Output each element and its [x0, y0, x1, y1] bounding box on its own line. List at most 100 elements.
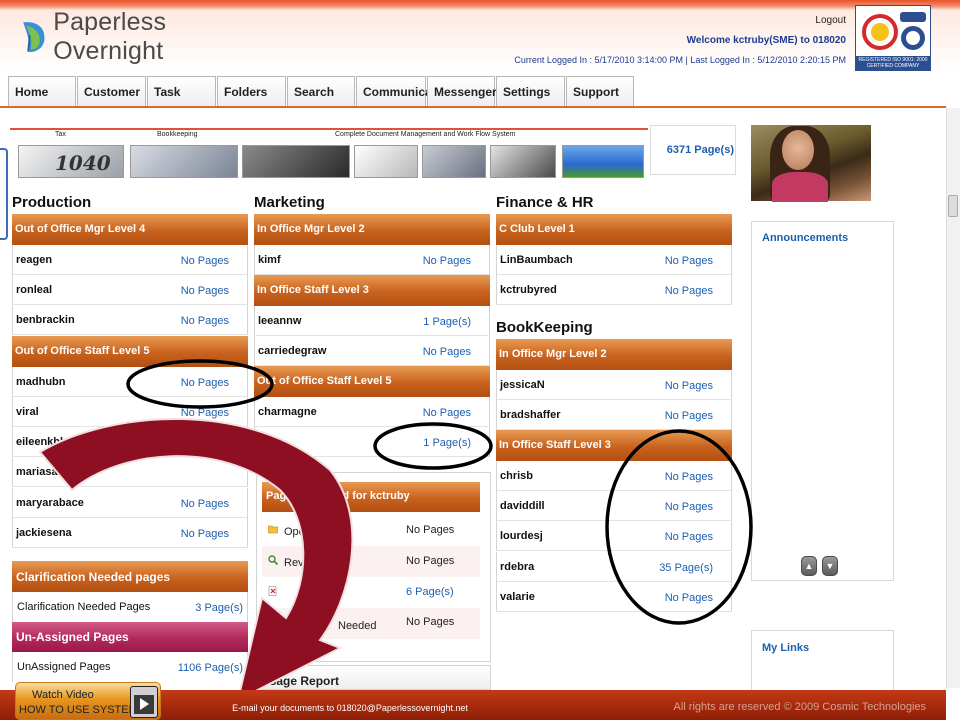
user-row[interactable]: ronleal No Pages	[12, 275, 248, 305]
user-row[interactable]: leeannw 1 Page(s)	[254, 306, 490, 336]
announcements-title[interactable]: Announcements	[762, 232, 848, 244]
user-row[interactable]: lourdesj No Pages	[496, 521, 732, 551]
user-pages-link[interactable]: No Pages	[181, 285, 229, 297]
user-pages-link[interactable]: No Pages	[423, 255, 471, 267]
user-row[interactable]: eileenkhlair	[12, 427, 248, 457]
user-row[interactable]: charmagne No Pages	[254, 397, 490, 427]
user-pages-link[interactable]: No Pages	[665, 410, 713, 422]
user-row[interactable]: bradshaffer No Pages	[496, 400, 732, 430]
clarification-needed-row[interactable]: Clarification Needed Pages 3 Page(s)	[12, 592, 248, 622]
scroll-up-button[interactable]: ▲	[801, 556, 817, 576]
user-pages-link[interactable]: No Pages	[181, 498, 229, 510]
pages-assigned-value[interactable]: No Pages	[406, 524, 454, 536]
unassigned-pages-header: Un-Assigned Pages	[12, 622, 248, 652]
user-row[interactable]: LinBaumbach No Pages	[496, 245, 732, 275]
user-row[interactable]: benbrackin No Pages	[12, 305, 248, 335]
user-pages-link[interactable]: No Pages	[181, 377, 229, 389]
user-name: rdebra	[500, 561, 535, 573]
pages-assigned-value[interactable]: No Pages	[406, 555, 454, 567]
user-row[interactable]: rdebra 35 Page(s)	[496, 552, 732, 582]
pages-assigned-row-closed[interactable]: 6 Page(s)	[262, 577, 480, 608]
nav-customer[interactable]: Customer	[77, 76, 146, 107]
nav-underline	[0, 106, 946, 108]
pages-assigned-value[interactable]: No Pages	[406, 616, 454, 628]
user-pages-link[interactable]: No Pages	[665, 531, 713, 543]
user-row[interactable]: viral No Pages	[12, 397, 248, 427]
user-pages-link[interactable]: No Pages	[665, 285, 713, 297]
user-pages-link[interactable]: No Pages	[423, 407, 471, 419]
user-row[interactable]: valarie No Pages	[496, 582, 732, 612]
logo[interactable]: Paperless Overnight	[20, 8, 240, 65]
how-to-use-label: HOW TO USE SYSTEM	[19, 704, 138, 716]
scroll-down-button[interactable]: ▼	[822, 556, 838, 576]
group-header: In Office Staff Level 3	[496, 430, 732, 461]
pages-assigned-value[interactable]: 6 Page(s)	[406, 586, 454, 598]
nav-folders[interactable]: Folders	[217, 76, 286, 107]
footer-email-text[interactable]: E-mail your documents to 018020@Paperles…	[200, 703, 500, 713]
pages-assigned-row-open[interactable]: Open No Pages	[262, 515, 480, 546]
user-row[interactable]: jackiesena No Pages	[12, 518, 248, 548]
user-pages-link[interactable]: No Pages	[181, 407, 229, 419]
unassigned-pages-label: UnAssigned Pages	[17, 661, 111, 673]
user-pages-link[interactable]: 35 Page(s)	[659, 562, 713, 574]
nav-support[interactable]: Support	[566, 76, 634, 107]
left-side-bracket	[0, 148, 8, 240]
user-pages-link[interactable]: No Pages	[665, 255, 713, 267]
logout-link[interactable]: Logout	[812, 15, 846, 26]
usage-report-header[interactable]: Usage Report	[256, 665, 491, 690]
user-pages-link[interactable]: No Pages	[181, 528, 229, 540]
pages-assigned-label: Revie	[284, 557, 313, 569]
user-name: maryarabace	[16, 497, 84, 509]
my-links-title[interactable]: My Links	[762, 642, 809, 654]
pages-assigned-row-review[interactable]: Revie No Pages	[262, 546, 480, 577]
user-name: jessicaN	[500, 379, 545, 391]
user-pages-link[interactable]: No Pages	[665, 380, 713, 392]
user-row[interactable]: carriedegraw No Pages	[254, 336, 490, 366]
user-pages-link[interactable]: 1 Page(s)	[423, 316, 471, 328]
play-icon	[140, 698, 149, 710]
login-info: Current Logged In : 5/17/2010 3:14:00 PM…	[514, 55, 846, 65]
pages-assigned-row-needed[interactable]: Needed No Pages	[262, 608, 480, 639]
nav-search[interactable]: Search	[287, 76, 355, 107]
user-row[interactable]: kctrubyred No Pages	[496, 275, 732, 305]
user-row[interactable]: kimf No Pages	[254, 245, 490, 275]
user-name: valarie	[500, 591, 535, 603]
banner-image-network	[422, 145, 486, 178]
user-row[interactable]: chrisb No Pages	[496, 461, 732, 491]
clarification-needed-label: Clarification Needed Pages	[17, 601, 151, 613]
user-row[interactable]: jessicaN No Pages	[496, 370, 732, 400]
user-pages-link[interactable]: No Pages	[181, 315, 229, 327]
user-row[interactable]: madhubn No Pages	[12, 367, 248, 397]
user-row[interactable]: daviddill No Pages	[496, 491, 732, 521]
logo-text: Paperless Overnight	[53, 8, 167, 65]
nav-task[interactable]: Task	[147, 76, 216, 107]
user-pages-link[interactable]: No Pages	[665, 471, 713, 483]
user-name: reagen	[16, 254, 53, 266]
user-row[interactable]: 1 Page(s)	[254, 427, 490, 457]
nav-home[interactable]: Home	[8, 76, 76, 107]
section-title-bookkeeping: BookKeeping	[496, 319, 593, 336]
user-pages-link[interactable]: No Pages	[665, 592, 713, 604]
user-name: daviddill	[500, 500, 545, 512]
nav-communicate[interactable]: Communicate	[356, 76, 442, 107]
user-pages-link[interactable]: 1 Page(s)	[423, 437, 471, 449]
user-pages-link[interactable]: No Pages	[181, 255, 229, 267]
unassigned-pages-row[interactable]: UnAssigned Pages 1106 Page(s)	[12, 652, 248, 682]
unassigned-pages-link[interactable]: 1106 Page(s)	[178, 662, 243, 674]
total-pages-count[interactable]: 6371 Page(s)	[650, 144, 734, 156]
user-row[interactable]: reagen No Pages	[12, 245, 248, 275]
user-pages-link[interactable]: No Pages	[665, 501, 713, 513]
user-row[interactable]: maryarabace No Pages	[12, 488, 248, 518]
user-row[interactable]: mariasantiago	[12, 457, 248, 487]
section-title-finance-hr: Finance & HR	[496, 194, 594, 211]
nav-messenger[interactable]: Messenger	[427, 76, 497, 107]
banner-label-bookkeeping: Bookkeeping	[157, 131, 198, 138]
pages-assigned-label: Open	[284, 526, 311, 538]
feature-banner[interactable]: Tax Bookkeeping Complete Document Manage…	[10, 125, 650, 181]
clarification-needed-pages-link[interactable]: 3 Page(s)	[195, 602, 243, 614]
scrollbar-thumb[interactable]	[948, 195, 958, 217]
user-pages-link[interactable]: No Pages	[423, 346, 471, 358]
user-name: benbrackin	[16, 314, 75, 326]
pages-assigned-label: Needed	[338, 620, 377, 632]
nav-settings[interactable]: Settings	[496, 76, 565, 107]
